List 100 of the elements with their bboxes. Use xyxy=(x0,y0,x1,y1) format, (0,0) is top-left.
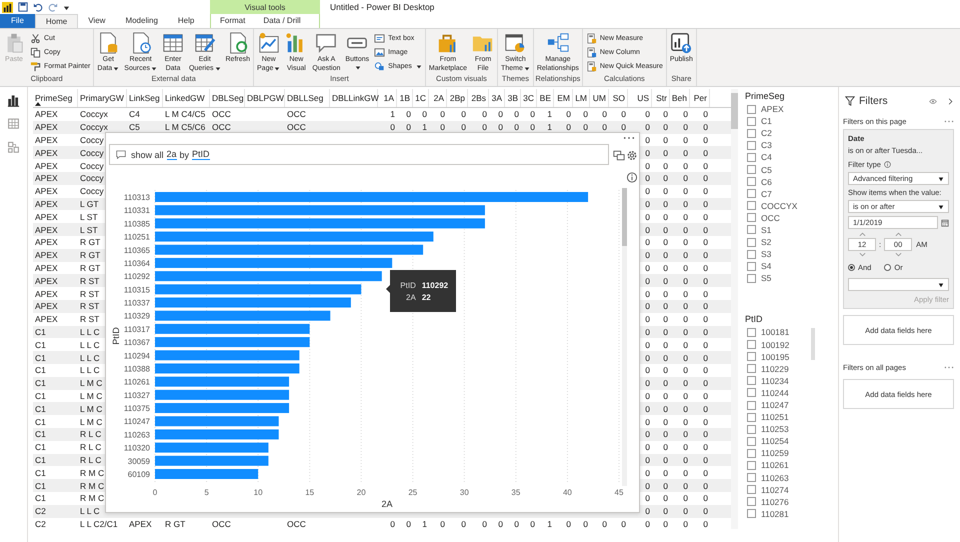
bar[interactable] xyxy=(155,390,290,400)
column-header[interactable]: SO xyxy=(612,93,625,103)
expand-icon[interactable] xyxy=(613,150,625,161)
checkbox[interactable] xyxy=(747,140,756,150)
slicer-item[interactable]: 110274 xyxy=(761,484,789,495)
bar[interactable] xyxy=(155,350,300,360)
slicer-item[interactable]: COCCYX xyxy=(761,200,798,211)
checkbox[interactable] xyxy=(747,509,756,518)
checkbox[interactable] xyxy=(747,400,756,410)
radio-button[interactable] xyxy=(848,264,855,271)
info-icon[interactable] xyxy=(884,161,891,168)
slicer-item[interactable]: 100195 xyxy=(761,352,790,362)
checkbox[interactable] xyxy=(747,352,756,362)
bar[interactable] xyxy=(155,244,424,255)
checkbox[interactable] xyxy=(747,116,756,126)
scrollbar[interactable] xyxy=(622,188,627,486)
bar[interactable] xyxy=(155,205,485,216)
caret-icon[interactable] xyxy=(63,4,70,10)
redo-icon[interactable] xyxy=(48,2,58,12)
question-field[interactable]: show all 2a by PtID xyxy=(109,144,609,165)
checkbox[interactable] xyxy=(747,412,756,422)
slicer-item[interactable]: 110251 xyxy=(761,412,789,422)
bar[interactable] xyxy=(155,324,310,334)
column-header[interactable]: DBLPGW xyxy=(247,93,284,103)
column-header[interactable]: UM xyxy=(592,93,606,103)
checkbox[interactable] xyxy=(747,436,756,446)
slicer-item[interactable]: S3 xyxy=(761,249,772,260)
slicer-item[interactable]: 100181 xyxy=(761,327,790,338)
slicer-item[interactable]: S5 xyxy=(761,273,772,284)
slicer-item[interactable]: 110276 xyxy=(761,496,789,507)
bar[interactable] xyxy=(155,232,434,242)
checkbox[interactable] xyxy=(747,128,756,138)
slicer-item[interactable]: 110234 xyxy=(761,376,789,386)
checkbox[interactable] xyxy=(747,388,756,398)
slicer-item[interactable]: 110259 xyxy=(761,448,789,458)
model-diagram-icon[interactable] xyxy=(7,141,20,155)
checkbox[interactable] xyxy=(747,225,756,234)
slicer-item[interactable]: C2 xyxy=(761,128,772,138)
chevron-up-icon[interactable] xyxy=(858,232,866,237)
column-header[interactable]: LM xyxy=(575,93,587,103)
column-header[interactable]: DBLLSeg xyxy=(287,93,324,103)
file-tab[interactable]: File xyxy=(0,14,35,28)
checkbox[interactable] xyxy=(747,250,756,259)
grid-icon[interactable] xyxy=(7,117,20,131)
slicer-item[interactable]: 110253 xyxy=(761,424,789,434)
slicer-item[interactable]: 110244 xyxy=(761,388,789,398)
checkbox[interactable] xyxy=(747,485,756,494)
checkbox[interactable] xyxy=(747,201,756,210)
checkbox[interactable] xyxy=(747,238,756,247)
bar[interactable] xyxy=(155,403,290,414)
bar[interactable] xyxy=(155,416,279,426)
slicer-item[interactable]: 110261 xyxy=(761,460,789,470)
checkbox[interactable] xyxy=(747,424,756,434)
bar[interactable] xyxy=(155,271,382,282)
bar[interactable] xyxy=(155,284,362,294)
checkbox[interactable] xyxy=(747,177,756,186)
column-header[interactable]: Beh xyxy=(672,93,687,103)
column-header[interactable]: LinkedGW xyxy=(165,93,205,103)
checkbox[interactable] xyxy=(747,165,756,174)
bar[interactable] xyxy=(155,442,268,453)
checkbox[interactable] xyxy=(747,152,756,162)
checkbox[interactable] xyxy=(747,189,756,198)
column-header[interactable]: PrimaryGW xyxy=(80,93,124,103)
scrollbar[interactable] xyxy=(811,328,815,360)
checkbox[interactable] xyxy=(747,104,756,114)
slicer-item[interactable]: C7 xyxy=(761,188,772,199)
radio-button[interactable] xyxy=(884,264,892,271)
slicer-item[interactable]: 110229 xyxy=(761,364,789,374)
slicer-item[interactable]: C6 xyxy=(761,176,772,187)
column-header[interactable]: 3A xyxy=(492,93,502,103)
checkbox[interactable] xyxy=(747,328,756,337)
checkbox[interactable] xyxy=(747,262,756,271)
checkbox[interactable] xyxy=(747,340,756,350)
checkbox[interactable] xyxy=(747,364,756,374)
bar[interactable] xyxy=(155,258,392,268)
slicer-item[interactable]: APEX xyxy=(761,104,784,114)
more-options-icon[interactable] xyxy=(623,136,635,140)
chevron-down-icon[interactable] xyxy=(858,252,866,257)
column-header[interactable]: 1B xyxy=(400,93,410,103)
settings-icon[interactable] xyxy=(626,150,638,161)
column-header[interactable]: BE xyxy=(540,93,551,103)
save-icon[interactable] xyxy=(18,2,28,12)
chevron-right-icon[interactable] xyxy=(947,98,954,104)
scrollbar[interactable] xyxy=(731,89,738,529)
chevron-down-icon[interactable] xyxy=(894,252,902,257)
slicer-item[interactable]: 110254 xyxy=(761,436,789,446)
slicer-item[interactable]: OCC xyxy=(761,212,780,223)
slicer-item[interactable]: C5 xyxy=(761,164,772,175)
column-header[interactable]: US xyxy=(637,93,649,103)
column-header[interactable]: DBLLinkGW xyxy=(332,93,379,103)
column-header[interactable]: PrimeSeg xyxy=(35,93,72,103)
slicer-item[interactable]: 110263 xyxy=(761,472,789,483)
checkbox[interactable] xyxy=(747,448,756,458)
column-header[interactable]: DBLSeg xyxy=(212,93,244,103)
column-header[interactable]: LinkSeg xyxy=(129,93,160,103)
checkbox[interactable] xyxy=(747,460,756,470)
slicer-item[interactable]: 110281 xyxy=(761,508,789,519)
slicer-item[interactable]: S4 xyxy=(761,261,772,272)
column-header[interactable]: 3B xyxy=(508,93,518,103)
bar[interactable] xyxy=(155,218,485,228)
